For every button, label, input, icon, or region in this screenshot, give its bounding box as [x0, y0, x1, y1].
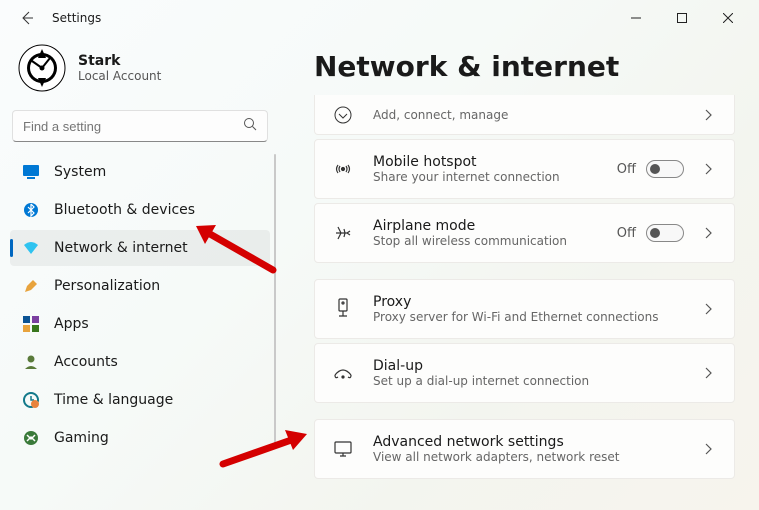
profile-block[interactable]: Stark Local Account	[10, 40, 270, 110]
gaming-icon	[22, 429, 40, 447]
card-title: Airplane mode	[373, 218, 617, 234]
settings-card-advanced[interactable]: Advanced network settings View all netwo…	[314, 419, 735, 479]
toggle-state: Off	[617, 226, 636, 241]
search-icon	[243, 117, 257, 135]
advanced-network-icon	[331, 439, 355, 459]
window-title: Settings	[46, 11, 101, 25]
chevron-right-icon	[700, 443, 718, 455]
sidebar-item-accounts[interactable]: Accounts	[10, 344, 270, 380]
sidebar: Stark Local Account System Bluetooth & d…	[0, 36, 280, 510]
profile-type: Local Account	[78, 69, 161, 83]
toggle-state: Off	[617, 162, 636, 177]
card-title: Proxy	[373, 294, 700, 310]
search-input[interactable]	[23, 119, 243, 134]
proxy-icon	[331, 297, 355, 321]
sidebar-item-label: Personalization	[54, 278, 160, 294]
hotspot-toggle[interactable]	[646, 160, 684, 178]
airplane-icon	[331, 223, 355, 243]
bluetooth-icon	[22, 201, 40, 219]
back-button[interactable]	[8, 0, 46, 36]
profile-name: Stark	[78, 53, 161, 69]
chevron-right-icon	[700, 303, 718, 315]
minimize-button[interactable]	[613, 2, 659, 34]
hotspot-icon	[331, 159, 355, 179]
settings-card-partial[interactable]: Add, connect, manage	[314, 95, 735, 135]
card-title: Advanced network settings	[373, 434, 700, 450]
sidebar-item-label: Bluetooth & devices	[54, 202, 195, 218]
card-subtitle: Proxy server for Wi-Fi and Ethernet conn…	[373, 310, 700, 324]
avatar	[18, 44, 66, 92]
sidebar-item-system[interactable]: System	[10, 154, 270, 190]
chevron-right-icon	[700, 163, 718, 175]
system-icon	[22, 163, 40, 181]
card-subtitle: Share your internet connection	[373, 170, 617, 184]
card-title: Dial-up	[373, 358, 700, 374]
accounts-icon	[22, 353, 40, 371]
sidebar-item-personalization[interactable]: Personalization	[10, 268, 270, 304]
time-icon	[22, 391, 40, 409]
sidebar-item-label: Accounts	[54, 354, 118, 370]
apps-icon	[22, 315, 40, 333]
card-subtitle: View all network adapters, network reset	[373, 450, 700, 464]
sidebar-item-label: System	[54, 164, 106, 180]
close-button[interactable]	[705, 2, 751, 34]
chevron-right-icon	[700, 109, 718, 121]
chevron-right-icon	[700, 367, 718, 379]
page-title: Network & internet	[314, 50, 735, 83]
nav-list: System Bluetooth & devices Network & int…	[10, 154, 270, 456]
sidebar-item-label: Apps	[54, 316, 89, 332]
card-subtitle: Add, connect, manage	[373, 108, 700, 122]
sidebar-item-apps[interactable]: Apps	[10, 306, 270, 342]
settings-card-hotspot[interactable]: Mobile hotspot Share your internet conne…	[314, 139, 735, 199]
search-box[interactable]	[12, 110, 268, 142]
sidebar-item-gaming[interactable]: Gaming	[10, 420, 270, 456]
sidebar-item-network[interactable]: Network & internet	[10, 230, 270, 266]
main-panel: Network & internet Add, connect, manage …	[280, 36, 759, 510]
card-subtitle: Set up a dial-up internet connection	[373, 374, 700, 388]
sidebar-item-label: Time & language	[54, 392, 173, 408]
sidebar-item-bluetooth[interactable]: Bluetooth & devices	[10, 192, 270, 228]
chevron-right-icon	[700, 227, 718, 239]
settings-card-dialup[interactable]: Dial-up Set up a dial-up internet connec…	[314, 343, 735, 403]
personalize-icon	[22, 277, 40, 295]
settings-card-proxy[interactable]: Proxy Proxy server for Wi-Fi and Etherne…	[314, 279, 735, 339]
sidebar-item-label: Gaming	[54, 430, 109, 446]
card-title: Mobile hotspot	[373, 154, 617, 170]
sidebar-item-label: Network & internet	[54, 240, 188, 256]
airplane-toggle[interactable]	[646, 224, 684, 242]
wifi-icon	[22, 239, 40, 257]
settings-card-airplane[interactable]: Airplane mode Stop all wireless communic…	[314, 203, 735, 263]
sidebar-item-time[interactable]: Time & language	[10, 382, 270, 418]
maximize-button[interactable]	[659, 2, 705, 34]
dialup-icon	[331, 363, 355, 383]
chevron-down-icon	[331, 105, 355, 125]
card-subtitle: Stop all wireless communication	[373, 234, 617, 248]
